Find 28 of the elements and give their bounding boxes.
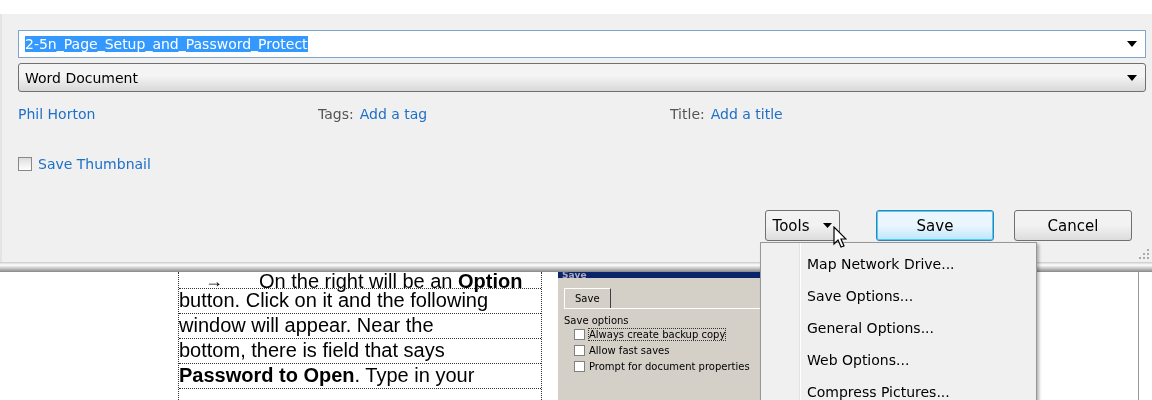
resize-grip-icon: [1139, 249, 1149, 259]
caret-icon: [1127, 74, 1137, 81]
document-text-line: Password to Open. Type in your: [179, 364, 475, 388]
tools-button[interactable]: Tools: [765, 210, 840, 241]
author-link[interactable]: Phil Horton: [18, 106, 318, 122]
option-label: Prompt for document properties: [589, 361, 750, 372]
pointer-cursor-icon: [833, 226, 847, 248]
menu-item[interactable]: Web Options...: [761, 345, 1036, 377]
save-button[interactable]: Save: [876, 210, 994, 241]
save-thumbnail-checkbox[interactable]: [18, 157, 32, 171]
add-tag-link[interactable]: Add a tag: [359, 106, 428, 122]
document-text-line: window will appear. Near the: [179, 314, 434, 338]
document-text-line: bottom, there is field that says: [179, 339, 445, 363]
bullet-arrow: →: [204, 274, 224, 288]
group-label: Save options: [564, 315, 630, 326]
caret-icon: [1127, 41, 1137, 47]
menu-item[interactable]: General Options...: [761, 313, 1036, 345]
cancel-button[interactable]: Cancel: [1014, 210, 1132, 241]
tags-label: Tags:: [318, 106, 354, 122]
save-thumbnail-label: Save Thumbnail: [38, 156, 151, 172]
option-label: Always create backup copy: [589, 329, 726, 340]
menu-item[interactable]: Save Options...: [761, 281, 1036, 313]
option-label: Allow fast saves: [589, 345, 670, 356]
menu-item[interactable]: Compress Pictures...: [761, 377, 1036, 400]
caret-icon: [823, 223, 833, 228]
title-label: Title:: [670, 106, 705, 122]
save-as-type-dropdown[interactable]: Word Document: [18, 63, 1146, 92]
add-title-link[interactable]: Add a title: [710, 106, 783, 122]
